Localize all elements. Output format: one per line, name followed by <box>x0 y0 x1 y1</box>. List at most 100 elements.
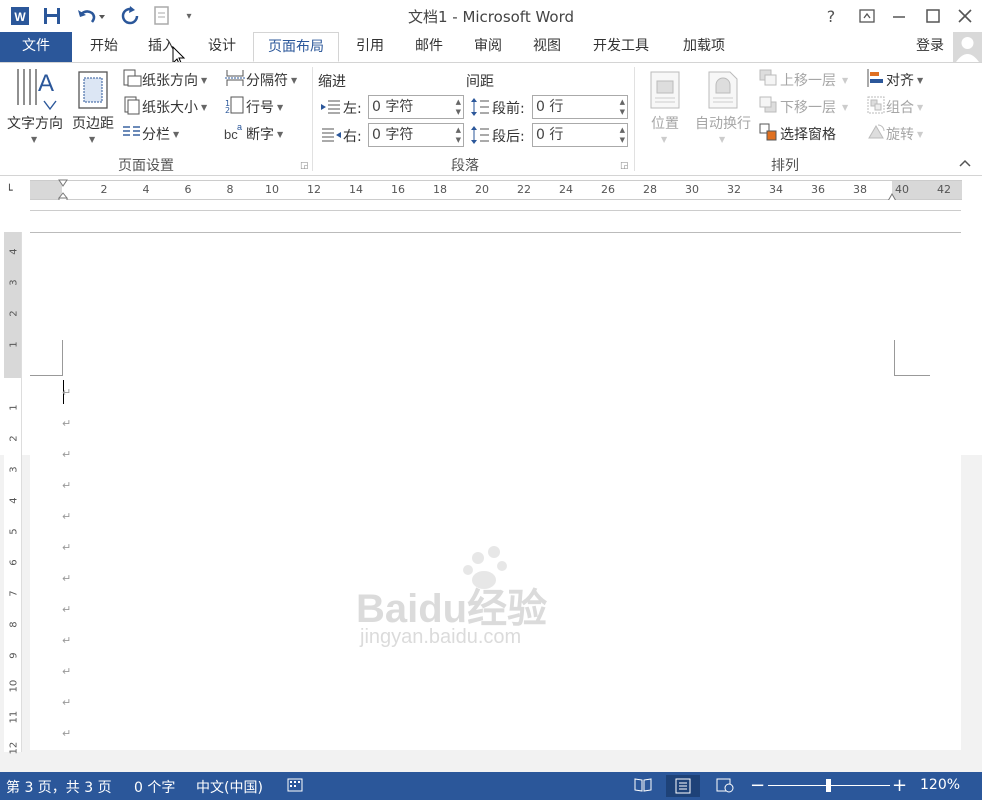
send-backward-button[interactable]: 下移一层 ▼ <box>758 96 862 118</box>
selection-pane-button[interactable]: 选择窗格 <box>758 123 862 145</box>
tab-addins[interactable]: 加载项 <box>673 32 735 62</box>
vertical-ruler[interactable]: 4 3 2 1 1 2 3 4 5 6 7 8 9 10 11 12 <box>4 232 22 755</box>
help-button[interactable]: ? <box>816 4 846 28</box>
status-bar: 第 3 页，共 3 页 0 个字 中文(中国) − + 120% <box>0 772 982 800</box>
chevron-down-icon: ▼ <box>917 129 924 139</box>
spinner-arrows-icon[interactable]: ▲ ▼ <box>620 97 625 117</box>
tab-view[interactable]: 视图 <box>523 32 571 62</box>
zoom-slider-thumb[interactable] <box>826 779 831 792</box>
chevron-down-icon: ▼ <box>89 135 96 144</box>
align-icon <box>866 68 886 92</box>
print-layout-icon[interactable] <box>666 775 700 797</box>
group-separator <box>634 67 635 171</box>
paragraph-mark: ↵ <box>62 634 72 647</box>
orientation-button[interactable]: 纸张方向 ▼ <box>122 69 218 91</box>
ruler-tick-label: 14 <box>349 183 363 196</box>
spacing-after-value: 0 行 <box>536 127 564 143</box>
line-numbers-icon: 12 <box>224 95 246 119</box>
tab-mailings[interactable]: 邮件 <box>405 32 453 62</box>
size-button[interactable]: 纸张大小 ▼ <box>122 96 218 118</box>
tab-design[interactable]: 设计 <box>198 32 246 62</box>
tab-home[interactable]: 开始 <box>80 32 128 62</box>
hyphenation-button[interactable]: bc a 断字 ▼ <box>224 122 294 145</box>
collapse-ribbon-icon[interactable] <box>958 157 972 171</box>
send-backward-label: 下移一层 <box>780 100 836 116</box>
document-area[interactable]: ↵ ↵ ↵ ↵ ↵ ↵ ↵ ↵ ↵ ↵ ↵ ↵ Baidu经验 jingyan.baidu.com <box>0 200 982 772</box>
columns-button[interactable]: 分栏 ▼ <box>122 123 192 145</box>
tab-selector-icon[interactable]: └ <box>6 184 22 198</box>
ruler-tick-label: 42 <box>937 183 951 196</box>
avatar[interactable] <box>953 32 982 62</box>
web-layout-icon[interactable] <box>716 777 734 797</box>
text-direction-button[interactable]: A 文字方向 ▼ <box>4 67 66 149</box>
ribbon: A 文字方向 ▼ 页边距 ▼ 纸张方向 ▼ 纸张大小 ▼ 分栏 ▼ 分隔符 ▼ … <box>0 62 982 176</box>
breaks-button[interactable]: 分隔符 ▼ <box>224 69 310 91</box>
indent-right-input[interactable]: 0 字符 ▲ ▼ <box>368 123 464 147</box>
text-direction-icon: A <box>14 67 62 115</box>
tab-page-layout[interactable]: 页面布局 <box>253 32 339 62</box>
rotate-button[interactable]: 旋转 ▼ <box>866 123 932 145</box>
document-page[interactable] <box>30 233 961 750</box>
vruler-tick-label: 1 <box>8 341 20 348</box>
spacing-after-input[interactable]: 0 行 ▲ ▼ <box>532 123 628 147</box>
vruler-tick-label: 2 <box>8 435 20 442</box>
page-count[interactable]: 第 3 页，共 3 页 <box>6 777 112 797</box>
macro-record-icon[interactable] <box>287 777 303 797</box>
spinner-arrows-icon[interactable]: ▲ ▼ <box>456 97 461 117</box>
chevron-down-icon: ▼ <box>661 135 668 144</box>
ribbon-display-icon[interactable] <box>852 4 882 28</box>
margin-corner-mark <box>894 340 930 376</box>
ruler-tick-label: 6 <box>184 183 192 196</box>
align-button[interactable]: 对齐 ▼ <box>866 69 932 91</box>
maximize-icon[interactable] <box>918 4 948 28</box>
indent-left-icon <box>320 99 342 119</box>
indent-left-value: 0 字符 <box>372 99 414 115</box>
zoom-out-icon[interactable]: − <box>750 775 765 796</box>
position-button[interactable]: 位置 ▼ <box>640 67 690 149</box>
paragraph-mark: ↵ <box>62 510 72 523</box>
spinner-arrows-icon[interactable]: ▲ ▼ <box>620 125 625 145</box>
wrap-text-button[interactable]: 自动换行 ▼ <box>690 67 756 149</box>
selection-pane-icon <box>758 122 780 146</box>
zoom-level[interactable]: 120% <box>920 777 960 793</box>
tab-references[interactable]: 引用 <box>346 32 394 62</box>
tab-developer[interactable]: 开发工具 <box>584 32 658 62</box>
position-icon <box>650 71 680 113</box>
close-icon[interactable] <box>950 4 980 28</box>
spacing-before-input[interactable]: 0 行 ▲ ▼ <box>532 95 628 119</box>
tab-review[interactable]: 审阅 <box>464 32 512 62</box>
spinner-arrows-icon[interactable]: ▲ ▼ <box>456 125 461 145</box>
group-button[interactable]: 组合 ▼ <box>866 96 932 118</box>
dialog-launcher-icon[interactable]: ◲ <box>300 161 309 171</box>
paragraph-mark: ↵ <box>62 665 72 678</box>
bring-forward-button[interactable]: 上移一层 ▼ <box>758 69 862 91</box>
margin-corner-mark <box>30 340 63 376</box>
ruler-tick-label: 36 <box>811 183 825 196</box>
read-mode-icon[interactable] <box>634 777 652 797</box>
margins-button[interactable]: 页边距 ▼ <box>68 67 118 149</box>
columns-icon <box>122 122 142 146</box>
vruler-tick-label: 10 <box>8 679 20 693</box>
paragraph-mark: ↵ <box>62 572 72 585</box>
word-count[interactable]: 0 个字 <box>134 777 175 797</box>
line-numbers-button[interactable]: 12 行号 ▼ <box>224 96 294 118</box>
align-label: 对齐 <box>886 73 914 89</box>
minimize-icon[interactable] <box>884 4 914 28</box>
ruler-tick-label: 18 <box>433 183 447 196</box>
page-break-line <box>30 210 961 211</box>
ruler-tick-label: 2 <box>100 183 108 196</box>
title-bar: W ▾ 文档1 - Microsoft Word ? <box>0 0 982 32</box>
tab-file[interactable]: 文件 <box>0 32 72 62</box>
zoom-in-icon[interactable]: + <box>892 775 907 796</box>
chevron-down-icon: ▼ <box>277 129 284 139</box>
ruler-tick-label: 22 <box>517 183 531 196</box>
indent-left-input[interactable]: 0 字符 ▲ ▼ <box>368 95 464 119</box>
sign-in-link[interactable]: 登录 <box>908 32 952 62</box>
margins-icon <box>78 71 108 113</box>
horizontal-ruler[interactable]: 2 4 6 8 10 12 14 16 18 20 22 24 26 28 30 32 34 36 38 40 42 <box>30 179 962 204</box>
hyphenation-label: 断字 <box>246 127 274 143</box>
language-indicator[interactable]: 中文(中国) <box>196 777 263 797</box>
ruler-tick-label: 32 <box>727 183 741 196</box>
dialog-launcher-icon[interactable]: ◲ <box>620 161 629 171</box>
columns-label: 分栏 <box>142 127 170 143</box>
